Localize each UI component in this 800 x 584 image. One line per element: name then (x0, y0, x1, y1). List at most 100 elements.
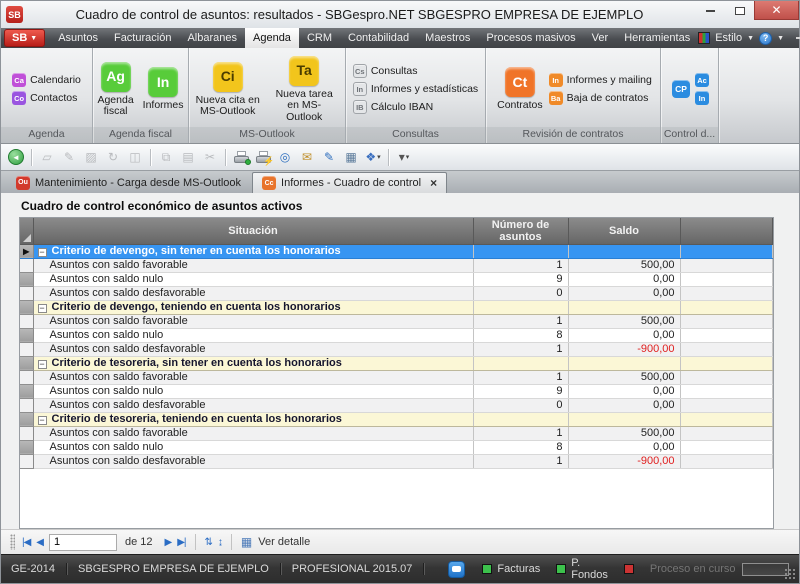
saldo-cell: 500,00 (568, 370, 680, 384)
column-header-empty (680, 218, 773, 244)
data-row[interactable]: Asuntos con saldo desfavorable1-900,00 (20, 342, 773, 356)
resize-grip-icon[interactable] (784, 568, 797, 581)
row-indicator: ▶ (20, 244, 33, 258)
dropdown-caret-icon: ▾ (377, 153, 381, 161)
style-swatch-icon[interactable] (698, 32, 710, 44)
detail-grid-icon[interactable]: ▦ (241, 535, 252, 549)
collapse-icon[interactable]: − (38, 304, 47, 313)
ac-icon: Ac (695, 73, 709, 87)
grid-header: Situación Número de asuntos Saldo (20, 218, 773, 244)
quick-print-button[interactable]: ⚡ (253, 147, 273, 167)
ribbon-item-calculo-iban[interactable]: IBCálculo IBAN (353, 100, 478, 114)
menu-item-albaranes[interactable]: Albaranes (179, 28, 245, 48)
ribbon-item-ac[interactable]: Ac (695, 73, 709, 87)
back-button[interactable]: ◄ (6, 147, 26, 167)
expand-groups-icon[interactable]: ⇅ (205, 537, 212, 548)
data-row[interactable]: Asuntos con saldo favorable1500,00 (20, 258, 773, 272)
close-button[interactable]: ✕ (754, 1, 799, 20)
group-label-cell: −Criterio de tesoreria, sin tener en cue… (33, 356, 473, 370)
ribbon-item-calendario[interactable]: CaCalendario (12, 73, 81, 87)
data-row[interactable]: Asuntos con saldo favorable1500,00 (20, 426, 773, 440)
style-label[interactable]: Estilo (715, 32, 742, 44)
minimize-button[interactable] (696, 1, 725, 20)
ribbon-item-informes[interactable]: InInformes (140, 65, 187, 113)
doc-tab-label: Informes - Cuadro de control (281, 177, 421, 189)
collapse-icon[interactable]: − (38, 248, 47, 257)
group-row[interactable]: ▶−Criterio de devengo, sin tener en cuen… (20, 244, 773, 258)
grid-view-button[interactable]: ▦ (341, 147, 361, 167)
saldo-cell: 0,00 (568, 328, 680, 342)
first-record-button[interactable]: |◀ (22, 537, 30, 548)
help-caret-icon[interactable]: ▼ (777, 35, 784, 42)
data-row[interactable]: Asuntos con saldo nulo90,00 (20, 272, 773, 286)
menu-item-procesos-masivos[interactable]: Procesos masivos (478, 28, 583, 48)
messenger-icon[interactable] (448, 561, 465, 578)
help-icon[interactable]: ? (759, 32, 772, 45)
data-row[interactable]: Asuntos con saldo desfavorable00,00 (20, 398, 773, 412)
ribbon-item-consultas[interactable]: CsConsultas (353, 64, 478, 78)
minimize-icon (706, 10, 715, 12)
column-header-saldo[interactable]: Saldo (568, 218, 680, 244)
situacion-cell: Asuntos con saldo favorable (33, 426, 473, 440)
menu-item-maestros[interactable]: Maestros (417, 28, 478, 48)
menu-item-ver[interactable]: Ver (584, 28, 617, 48)
menu-item-herramientas[interactable]: Herramientas (616, 28, 698, 48)
ribbon-item-informes-y-mailing[interactable]: InInformes y mailing (549, 73, 652, 87)
view-detail-button[interactable]: Ver detalle (258, 536, 310, 548)
preview-button[interactable]: ◎ (275, 147, 295, 167)
status-cell-ge-2014: GE-2014 (11, 563, 67, 575)
menu-item-crm[interactable]: CRM (299, 28, 340, 48)
ribbon-item-informes-y-estadisticas[interactable]: InInformes y estadísticas (353, 82, 478, 96)
group-row[interactable]: −Criterio de devengo, teniendo en cuenta… (20, 300, 773, 314)
last-record-button[interactable]: ▶| (177, 537, 185, 548)
record-number-input[interactable] (49, 534, 117, 551)
ribbon-item-baja-de-contratos[interactable]: BaBaja de contratos (549, 91, 652, 105)
ribbon-item-cp[interactable]: CP (670, 78, 692, 100)
data-row[interactable]: Asuntos con saldo nulo80,00 (20, 440, 773, 454)
ribbon-item-contactos[interactable]: CoContactos (12, 91, 81, 105)
data-row[interactable]: Asuntos con saldo nulo80,00 (20, 328, 773, 342)
title-bar: SB Cuadro de control de asuntos: resulta… (1, 1, 799, 28)
toolbar-options-button[interactable]: ▾▾ (394, 147, 414, 167)
ribbon-item-label: Baja de contratos (567, 92, 649, 104)
data-row[interactable]: Asuntos con saldo desfavorable00,00 (20, 286, 773, 300)
new-record-icon: ▨ (85, 150, 96, 164)
collapse-icon[interactable]: − (38, 360, 47, 369)
doc-tab-mantenimiento-carga-desde-ms-outlook[interactable]: OuMantenimiento - Carga desde MS-Outlook (7, 172, 250, 193)
ribbon-item-in[interactable]: In (695, 91, 709, 105)
ribbon-item-nueva-cita-en-ms-outlook[interactable]: CiNueva cita en MS-Outlook (192, 60, 263, 119)
group-row[interactable]: −Criterio de tesoreria, sin tener en cue… (20, 356, 773, 370)
app-menu-button[interactable]: SB ▼ (4, 29, 45, 47)
data-row[interactable]: Asuntos con saldo favorable1500,00 (20, 370, 773, 384)
column-header-situacion[interactable]: Situación (33, 218, 473, 244)
toolbar-separator (150, 149, 151, 166)
next-record-button[interactable]: ▶ (165, 537, 172, 548)
maximize-button[interactable] (725, 1, 754, 20)
doc-tabs: OuMantenimiento - Carga desde MS-Outlook… (1, 171, 799, 193)
ribbon-item-agenda-fiscal[interactable]: AgAgenda fiscal (94, 60, 136, 119)
data-row[interactable]: Asuntos con saldo desfavorable1-900,00 (20, 454, 773, 468)
addins-button[interactable]: ❖▾ (363, 147, 383, 167)
design-report-button[interactable]: ✎ (319, 147, 339, 167)
menu-item-facturacion[interactable]: Facturación (106, 28, 179, 48)
ribbon-item-nueva-tarea-en-ms-outlook[interactable]: TaNueva tarea en MS-Outlook (266, 54, 342, 125)
menu-item-asuntos[interactable]: Asuntos (50, 28, 106, 48)
mdi-minimize-icon[interactable] (796, 37, 800, 39)
data-row[interactable]: Asuntos con saldo favorable1500,00 (20, 314, 773, 328)
group-row[interactable]: −Criterio de tesoreria, teniendo en cuen… (20, 412, 773, 426)
collapse-groups-icon[interactable]: ↨ (218, 537, 222, 548)
drag-grip-icon[interactable] (10, 534, 15, 550)
nueva-tarea-en-ms-outlook-icon: Ta (289, 56, 319, 86)
data-row[interactable]: Asuntos con saldo nulo90,00 (20, 384, 773, 398)
column-header-numero[interactable]: Número de asuntos (473, 218, 568, 244)
menu-item-contabilidad[interactable]: Contabilidad (340, 28, 417, 48)
collapse-icon[interactable]: − (38, 416, 47, 425)
tab-close-icon[interactable]: × (430, 176, 437, 190)
style-caret-icon[interactable]: ▼ (747, 35, 754, 42)
menu-item-agenda[interactable]: Agenda (245, 28, 299, 48)
previous-record-button[interactable]: ◀ (36, 537, 43, 548)
ribbon-item-contratos[interactable]: CtContratos (494, 65, 546, 113)
email-button[interactable]: ✉ (297, 147, 317, 167)
print-button[interactable] (231, 147, 251, 167)
doc-tab-informes-cuadro-de-control[interactable]: CcInformes - Cuadro de control× (252, 172, 447, 193)
